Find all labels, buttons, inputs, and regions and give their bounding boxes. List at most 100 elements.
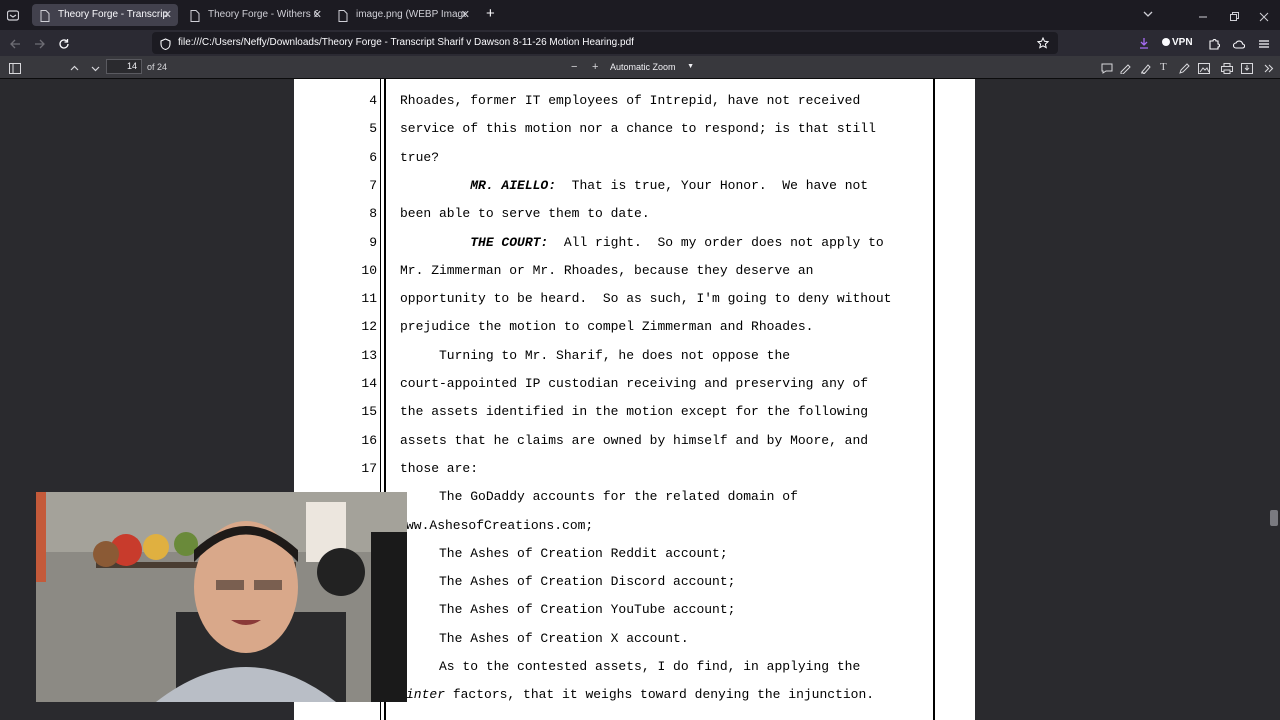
line-text: opportunity to be heard. So as such, I'm… — [400, 291, 892, 306]
line-text: true? — [400, 150, 440, 165]
line-number: 13 — [361, 348, 377, 363]
transcript-line: The Ashes of Creation X account. — [400, 631, 689, 647]
comment-icon[interactable] — [1101, 61, 1113, 79]
save-download-icon[interactable] — [1241, 61, 1253, 79]
transcript-line: inter factors, that it weighs toward den… — [406, 687, 874, 703]
transcript-line: THE COURT: All right. So my order does n… — [400, 235, 884, 251]
line-text: Rhoades, former IT employees of Intrepid… — [400, 93, 861, 108]
transcript-line: prejudice the motion to compel Zimmerman… — [400, 319, 813, 335]
transcript-line: the assets identified in the motion exce… — [400, 404, 868, 420]
transcript-line: true? — [400, 150, 439, 166]
zoom-select[interactable]: Automatic Zoom ▼ — [606, 59, 700, 75]
line-text: The Ashes of Creation X account. — [400, 631, 689, 646]
close-tab-icon[interactable]: ✕ — [313, 4, 322, 26]
zoom-chevron-down-icon: ▼ — [687, 63, 694, 70]
right-margin-rule — [933, 79, 935, 720]
close-window-button[interactable] — [1259, 9, 1269, 22]
vpn-button[interactable]: VPN — [1162, 30, 1193, 56]
transcript-line: been able to serve them to date. — [400, 206, 650, 222]
line-text: Mr. Zimmerman or Mr. Rhoades, because th… — [400, 263, 814, 278]
minimize-button[interactable] — [1198, 6, 1208, 18]
site-info-icon[interactable] — [160, 37, 171, 55]
line-text: inter — [406, 687, 446, 702]
transcript-line: Rhoades, former IT employees of Intrepid… — [400, 93, 860, 109]
tab-title: Theory Forge - Withers COMPL — [208, 9, 318, 20]
line-text: The GoDaddy accounts for the related dom… — [400, 489, 798, 504]
line-number: 6 — [369, 150, 377, 165]
extensions-puzzle-icon[interactable] — [1208, 37, 1220, 55]
navigation-bar: file:///C:/Users/Neffy/Downloads/Theory … — [0, 30, 1280, 56]
page-count-label: of 24 — [147, 62, 168, 72]
image-file-icon — [338, 9, 349, 22]
line-text: Turning to Mr. Sharif, he does not oppos… — [400, 348, 791, 363]
line-number: 12 — [361, 319, 377, 334]
transcript-line: The Ashes of Creation YouTube account; — [400, 602, 735, 618]
line-text: prejudice the motion to compel Zimmerman… — [400, 319, 814, 334]
browser-tab[interactable]: Theory Forge - Transcript Sharif✕ — [32, 4, 178, 26]
transcript-line: court-appointed IP custodian receiving a… — [400, 376, 868, 392]
line-number: 7 — [369, 178, 377, 193]
transcript-line: those are: — [400, 461, 478, 477]
line-number: 5 — [369, 121, 377, 136]
speaker-label: MR. AIELLO: — [470, 178, 557, 193]
line-text: been able to serve them to date. — [400, 206, 650, 221]
line-text: service of this motion nor a chance to r… — [400, 121, 876, 136]
browser-tab[interactable]: image.png (WEBP Image, 1234 × 26✕ — [330, 4, 476, 26]
previous-page-chevron-icon[interactable] — [69, 61, 80, 79]
signature-icon[interactable] — [1120, 61, 1132, 79]
next-page-chevron-icon[interactable] — [90, 61, 101, 79]
line-text — [400, 235, 470, 250]
new-tab-button[interactable]: + — [486, 5, 495, 22]
line-number: 14 — [361, 376, 377, 391]
transcript-line: ww.AshesofCreations.com; — [406, 518, 593, 534]
line-number: 11 — [361, 291, 377, 306]
webcam-overlay — [36, 492, 407, 702]
line-number: 10 — [361, 263, 377, 278]
address-bar[interactable]: file:///C:/Users/Neffy/Downloads/Theory … — [152, 32, 1058, 54]
line-number: 8 — [369, 206, 377, 221]
menu-hamburger-icon[interactable] — [1258, 37, 1270, 55]
close-tab-icon[interactable]: ✕ — [461, 4, 470, 26]
line-text: factors, that it weighs toward denying t… — [445, 687, 875, 702]
transcript-line: As to the contested assets, I do find, i… — [400, 659, 860, 675]
scrollbar-thumb[interactable] — [1270, 510, 1278, 526]
draw-pen-icon[interactable] — [1178, 61, 1190, 79]
highlight-icon[interactable] — [1140, 61, 1152, 79]
forward-arrow-icon[interactable] — [34, 37, 46, 55]
transcript-line: The Ashes of Creation Discord account; — [400, 574, 735, 590]
bookmark-star-icon[interactable] — [1036, 36, 1050, 54]
url-text[interactable]: file:///C:/Users/Neffy/Downloads/Theory … — [178, 32, 634, 54]
transcript-line: service of this motion nor a chance to r… — [400, 121, 876, 137]
add-image-icon[interactable] — [1198, 61, 1210, 79]
page-number-input[interactable]: 14 — [106, 59, 142, 74]
line-text: The Ashes of Creation YouTube account; — [400, 602, 736, 617]
vpn-label: VPN — [1172, 37, 1193, 48]
line-number: 15 — [361, 404, 377, 419]
vpn-shield-icon — [1162, 38, 1170, 46]
back-arrow-icon[interactable] — [9, 37, 21, 55]
line-text: All right. So my order does not apply to — [548, 235, 884, 250]
close-tab-icon[interactable]: ✕ — [163, 4, 172, 26]
line-text: ww.AshesofCreations.com; — [406, 518, 594, 533]
download-arrow-icon[interactable] — [1138, 36, 1150, 54]
tab-overflow-chevron-icon[interactable] — [1142, 7, 1154, 25]
reload-icon[interactable] — [58, 37, 70, 55]
zoom-in-icon[interactable]: + — [592, 56, 598, 78]
speaker-label: THE COURT: — [470, 235, 549, 250]
more-tools-chevrons-icon[interactable] — [1263, 61, 1275, 79]
sidebar-toggle-icon[interactable] — [9, 61, 21, 79]
restore-button[interactable] — [1229, 9, 1239, 21]
text-tool-icon[interactable]: T — [1160, 56, 1167, 78]
transcript-line: Turning to Mr. Sharif, he does not oppos… — [400, 348, 790, 364]
browser-tab[interactable]: Theory Forge - Withers COMPL✕ — [182, 4, 328, 26]
line-text: The Ashes of Creation Reddit account; — [400, 546, 728, 561]
line-text: The Ashes of Creation Discord account; — [400, 574, 736, 589]
line-text: the assets identified in the motion exce… — [400, 404, 869, 419]
zoom-out-icon[interactable]: − — [571, 56, 577, 78]
line-text: That is true, Your Honor. We have not — [556, 178, 869, 193]
print-icon[interactable] — [1221, 61, 1233, 79]
account-cloud-icon[interactable] — [1232, 37, 1246, 55]
transcript-line: The Ashes of Creation Reddit account; — [400, 546, 728, 562]
list-all-tabs-icon[interactable] — [6, 8, 20, 21]
pdf-toolbar: 14 of 24 − + Automatic Zoom ▼ T — [0, 56, 1280, 79]
